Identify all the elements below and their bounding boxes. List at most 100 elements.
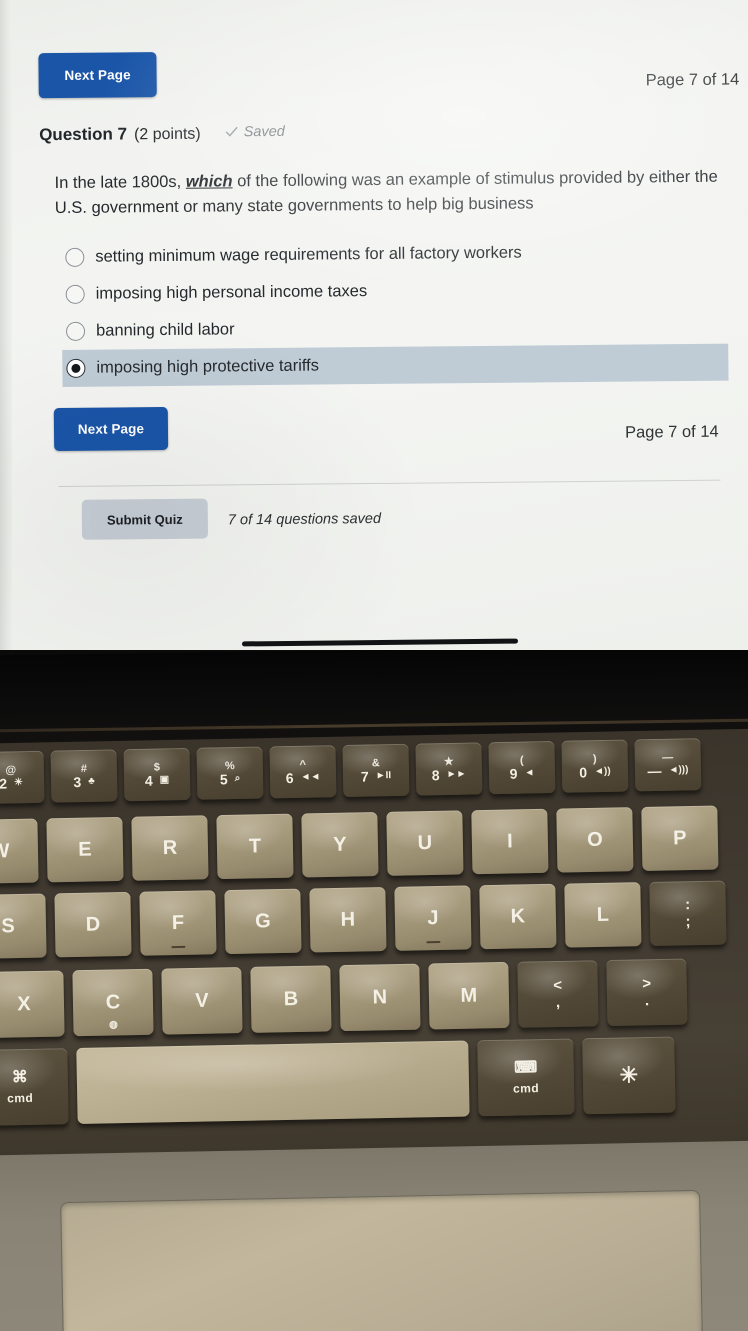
key-glint	[250, 965, 332, 1033]
key-4[interactable]: $4 ▣	[123, 747, 191, 802]
volume-down-icon: ◄))	[593, 765, 611, 777]
key-emoji-globe[interactable]: ✳	[582, 1036, 676, 1115]
key-glint	[0, 893, 47, 959]
key-2[interactable]: @2 ☀	[0, 750, 45, 804]
key-primary-row: 8 ►►	[431, 766, 467, 783]
radio-button-4[interactable]	[66, 358, 86, 378]
key-7[interactable]: & 7 ►II	[342, 743, 410, 797]
key-semicolon[interactable]: :;	[649, 880, 727, 946]
answer-option-2[interactable]: imposing high personal income taxes	[62, 270, 728, 313]
question-stem-part1: In the late 1800s,	[54, 172, 186, 193]
key-o[interactable]: O	[556, 807, 634, 873]
key-y[interactable]: Y	[301, 812, 379, 878]
key-primary-row: 0 ◄))	[579, 764, 611, 780]
key-h[interactable]: H	[309, 887, 387, 953]
keyboard-switch-icon: ⌨	[514, 1059, 538, 1077]
key-minus[interactable]: — — ◄)))	[634, 738, 702, 792]
question-header: Question 7 (2 points) Saved	[39, 123, 285, 145]
radio-button-2[interactable]	[65, 284, 85, 304]
key-d[interactable]: D	[54, 891, 132, 958]
rewind-icon: ◄◄	[300, 770, 321, 783]
key-digit: 6	[285, 769, 294, 786]
key-f[interactable]: F	[139, 890, 217, 956]
key-period[interactable]: >.	[606, 958, 688, 1027]
key-glint	[301, 812, 379, 878]
play-pause-icon: ►II	[375, 769, 392, 781]
key-right-command[interactable]: ⌨ cmd	[477, 1038, 575, 1117]
key-p[interactable]: P	[641, 805, 719, 871]
next-page-button-top[interactable]: Next Page	[38, 52, 157, 99]
key-shift-symbol: —	[662, 751, 674, 764]
key-i[interactable]: I	[471, 808, 549, 875]
key-glint	[46, 816, 124, 883]
key-shift-symbol: $	[153, 761, 161, 774]
key-left-command[interactable]: ⌘ cmd	[0, 1048, 69, 1126]
key-shift-symbol: ★	[443, 755, 454, 768]
key-label: cmd	[512, 1081, 540, 1096]
key-5[interactable]: % 5 ⌕	[196, 746, 264, 800]
key-digit: 5	[219, 770, 228, 787]
answer-option-4[interactable]: imposing high protective tariffs	[62, 343, 729, 387]
key-primary-row: 6 ◄◄	[285, 769, 321, 786]
key-s[interactable]: S	[0, 893, 47, 959]
questions-saved-status: 7 of 14 questions saved	[227, 510, 382, 529]
key-r[interactable]: R	[131, 815, 209, 881]
key-primary-symbol: ,	[555, 993, 561, 1012]
key-primary-row: — ◄)))	[647, 762, 689, 778]
key-glint	[564, 882, 642, 948]
key-primary-row: 9 ◄	[509, 765, 535, 781]
key-u[interactable]: U	[386, 810, 464, 876]
key-m[interactable]: M	[428, 961, 510, 1030]
spotlight-search-icon: ⌕	[234, 772, 241, 784]
trackpad[interactable]	[60, 1189, 704, 1331]
mission-control-icon: ▣	[159, 773, 170, 786]
key-shift-symbol: ^	[299, 758, 307, 771]
key-glint	[339, 963, 421, 1032]
key-t[interactable]: T	[216, 813, 294, 880]
key-shift-symbol: #	[80, 762, 88, 775]
key-l[interactable]: L	[564, 882, 642, 948]
key-k[interactable]: K	[479, 883, 557, 950]
key-b[interactable]: B	[250, 965, 332, 1033]
answer-option-1[interactable]: setting minimum wage requirements for al…	[61, 233, 727, 276]
key-shift-symbol: <	[553, 976, 563, 995]
key-comma[interactable]: <,	[517, 960, 599, 1028]
key-j[interactable]: J	[394, 885, 472, 951]
volume-up-icon: ◄)))	[668, 763, 689, 776]
section-divider	[58, 479, 721, 488]
key-glint	[471, 808, 549, 875]
laptop-body: @2 ☀ #3 ♣ $4 ▣% 5 ⌕ ^ 6 ◄◄ & 7 ►II ★ 8 ►►(9 ◄) 0 ◄)) — — ◄))) W…	[0, 650, 748, 1331]
key-primary-symbol: ;	[685, 913, 691, 931]
command-icon: ⌘	[11, 1068, 28, 1087]
key-9[interactable]: (9 ◄	[488, 740, 556, 795]
key-glint	[54, 891, 132, 958]
key-3[interactable]: #3 ♣	[50, 749, 118, 803]
key-digit: 3	[73, 773, 82, 790]
tablet-screen: Next Page Page 7 of 14 Question 7 (2 poi…	[0, 0, 748, 650]
key-glint	[556, 807, 634, 873]
key-glint	[0, 970, 65, 1038]
key-shift-symbol: >	[642, 975, 652, 993]
key-e[interactable]: E	[46, 816, 124, 883]
radio-button-1[interactable]	[65, 247, 85, 267]
key-digit: 4	[144, 772, 153, 789]
next-page-button-bottom[interactable]: Next Page	[53, 406, 169, 452]
key-n[interactable]: N	[339, 963, 421, 1032]
key-0[interactable]: ) 0 ◄))	[561, 739, 629, 793]
key-digit: 8	[431, 766, 440, 783]
radio-button-3[interactable]	[65, 321, 86, 341]
key-6[interactable]: ^ 6 ◄◄	[269, 745, 337, 799]
key-v[interactable]: V	[161, 967, 243, 1035]
key-8[interactable]: ★ 8 ►►	[415, 742, 483, 796]
key-c[interactable]: C ◍	[72, 968, 154, 1037]
copy-sublabel-icon: ◍	[108, 1019, 118, 1031]
key-g[interactable]: G	[224, 888, 302, 955]
key-glint	[0, 1048, 69, 1126]
answer-option-3[interactable]: banning child labor	[62, 307, 728, 350]
key-x[interactable]: X	[0, 970, 65, 1038]
quiz-page: Next Page Page 7 of 14 Question 7 (2 poi…	[0, 0, 748, 650]
key-w[interactable]: W	[0, 818, 39, 884]
submit-quiz-button[interactable]: Submit Quiz	[81, 498, 209, 540]
key-spacebar[interactable]	[76, 1040, 470, 1124]
key-shift-symbol: (	[519, 754, 524, 767]
